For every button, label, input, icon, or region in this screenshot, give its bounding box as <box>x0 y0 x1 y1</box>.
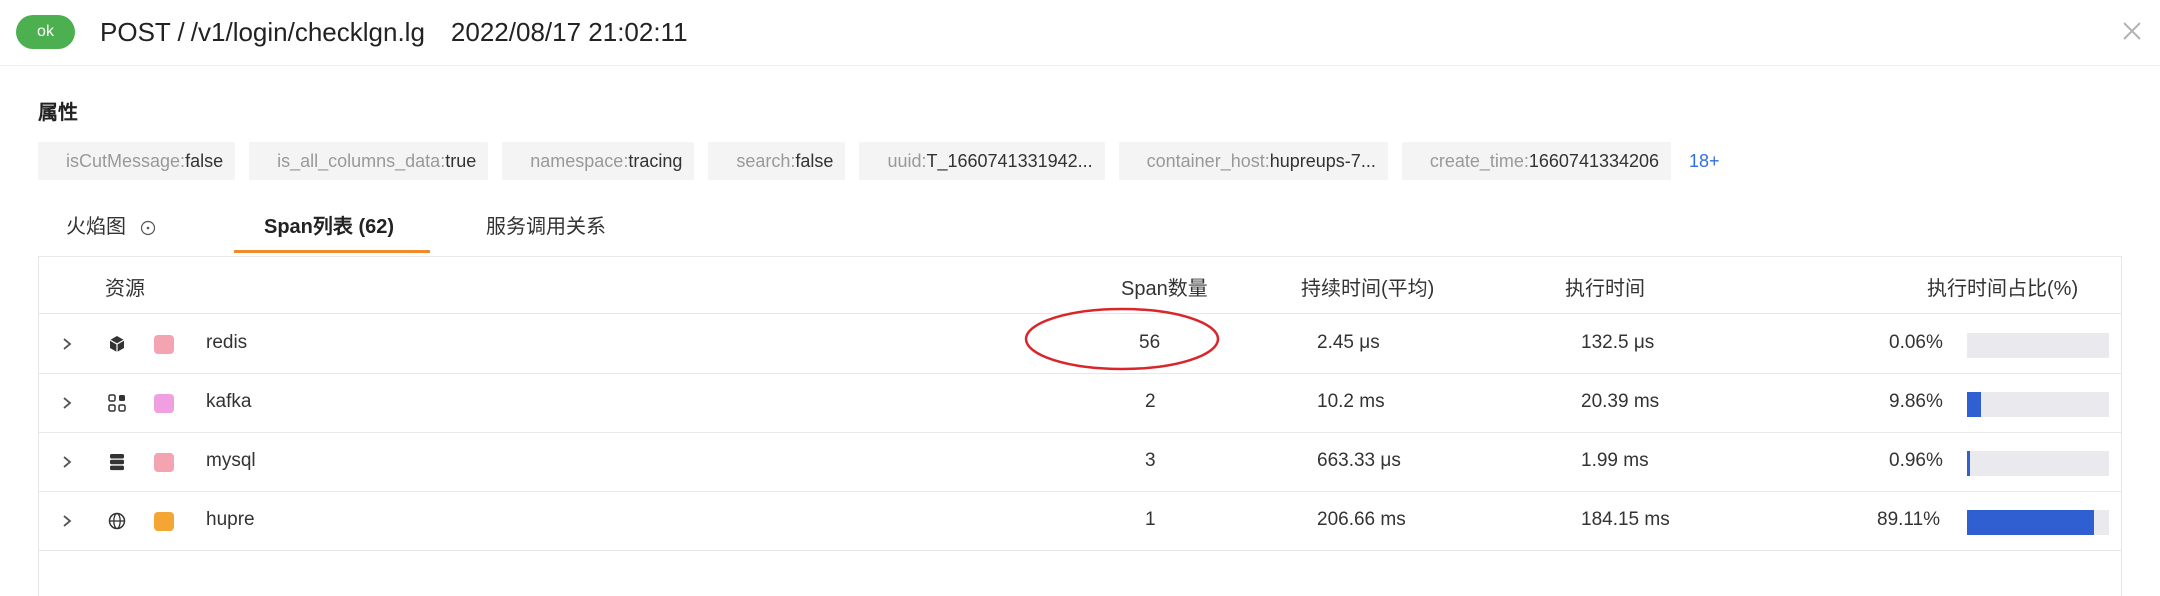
exec-percent-label: 9.86% <box>1889 391 1943 412</box>
grid-icon <box>108 394 126 412</box>
table-row[interactable]: redis 56 2.45 μs 132.5 μs 0.06% <box>39 315 2121 374</box>
exec-time: 1.99 ms <box>1581 450 1649 471</box>
exec-percent-fill <box>1967 451 1970 476</box>
expand-chevron-icon[interactable] <box>59 453 75 471</box>
column-span-count: Span数量 <box>1121 278 1208 300</box>
tab-span-list[interactable]: Span列表 (62) <box>264 210 394 239</box>
exec-percent-label: 0.96% <box>1889 450 1943 471</box>
attributes-title: 属性 <box>38 102 78 124</box>
exec-percent-label: 0.06% <box>1889 332 1943 353</box>
attribute-tags: isCutMessage:false is_all_columns_data:t… <box>38 142 1720 180</box>
trace-header: ok POST //v1/login/checklgn.lg 2022/08/17… <box>0 0 2160 66</box>
column-resource: 资源 <box>105 278 145 300</box>
active-tab-indicator <box>234 250 430 253</box>
resource-color-swatch <box>154 335 174 354</box>
exec-percent-fill <box>1967 510 2094 535</box>
database-icon <box>110 454 124 471</box>
more-attributes-link[interactable]: 18+ <box>1685 151 1720 172</box>
attribute-tag: container_host:hupreups-7... <box>1118 142 1388 180</box>
span-count: 2 <box>1145 391 1156 412</box>
attribute-tag: search:false <box>708 142 846 180</box>
info-icon <box>140 220 155 235</box>
resource-name: hupre <box>206 509 255 530</box>
globe-icon <box>108 512 126 530</box>
expand-chevron-icon[interactable] <box>59 394 75 412</box>
status-badge: ok <box>16 15 75 49</box>
table-row[interactable]: hupre 1 206.66 ms 184.15 ms 89.11% <box>39 492 2121 551</box>
request-title: POST //v1/login/checklgn.lg 2022/08/17 21… <box>100 14 688 50</box>
attribute-tag: uuid:T_1660741331942... <box>859 142 1105 180</box>
resource-name: mysql <box>206 450 256 471</box>
exec-percent-fill <box>1967 333 1968 358</box>
table-row[interactable]: kafka 2 10.2 ms 20.39 ms 9.86% <box>39 374 2121 433</box>
tab-service-relations[interactable]: 服务调用关系 <box>486 210 606 239</box>
expand-chevron-icon[interactable] <box>59 512 75 530</box>
resource-name: redis <box>206 332 248 353</box>
expand-chevron-icon[interactable] <box>59 335 75 353</box>
avg-duration: 10.2 ms <box>1317 391 1385 412</box>
exec-time: 20.39 ms <box>1581 391 1660 412</box>
exec-time: 132.5 μs <box>1581 332 1655 353</box>
request-timestamp: 2022/08/17 21:02:11 <box>450 17 688 47</box>
column-avg-duration: 持续时间(平均) <box>1301 278 1435 300</box>
table-header: 资源 Span数量 持续时间(平均) 执行时间 执行时间占比(%) <box>39 257 2121 314</box>
attribute-tag: create_time:1660741334206 <box>1401 142 1672 180</box>
span-table: 资源 Span数量 持续时间(平均) 执行时间 执行时间占比(%) redis … <box>38 256 2122 596</box>
span-count: 56 <box>1139 332 1161 353</box>
tab-flame-graph[interactable]: 火焰图 <box>66 210 156 239</box>
resource-color-swatch <box>154 394 174 413</box>
cube-icon <box>109 336 125 352</box>
exec-percent-bar <box>1967 392 2109 417</box>
resource-color-swatch <box>154 512 174 531</box>
span-count: 1 <box>1145 509 1156 530</box>
avg-duration: 206.66 ms <box>1317 509 1406 530</box>
exec-time: 184.15 ms <box>1581 509 1670 530</box>
avg-duration: 663.33 μs <box>1317 450 1401 471</box>
span-count: 3 <box>1145 450 1156 471</box>
avg-duration: 2.45 μs <box>1317 332 1380 353</box>
close-button[interactable] <box>2117 16 2147 46</box>
exec-percent-bar <box>1967 451 2109 476</box>
column-exec-percent: 执行时间占比(%) <box>1927 278 2079 300</box>
attribute-tag: is_all_columns_data:true <box>249 142 489 180</box>
close-icon <box>2123 22 2141 40</box>
request-path: /v1/login/checklgn.lg <box>190 17 425 47</box>
request-method: POST / <box>100 17 185 47</box>
resource-name: kafka <box>206 391 252 412</box>
resource-color-swatch <box>154 453 174 472</box>
column-exec-time: 执行时间 <box>1565 278 1645 300</box>
table-row[interactable]: mysql 3 663.33 μs 1.99 ms 0.96% <box>39 433 2121 492</box>
view-tabs: 火焰图 Span列表 (62) 服务调用关系 <box>0 200 2160 256</box>
exec-percent-label: 89.11% <box>1877 509 1941 530</box>
attribute-tag: namespace:tracing <box>502 142 695 180</box>
exec-percent-bar <box>1967 510 2109 535</box>
exec-percent-fill <box>1967 392 1981 417</box>
exec-percent-bar <box>1967 333 2109 358</box>
attribute-tag: isCutMessage:false <box>38 142 236 180</box>
